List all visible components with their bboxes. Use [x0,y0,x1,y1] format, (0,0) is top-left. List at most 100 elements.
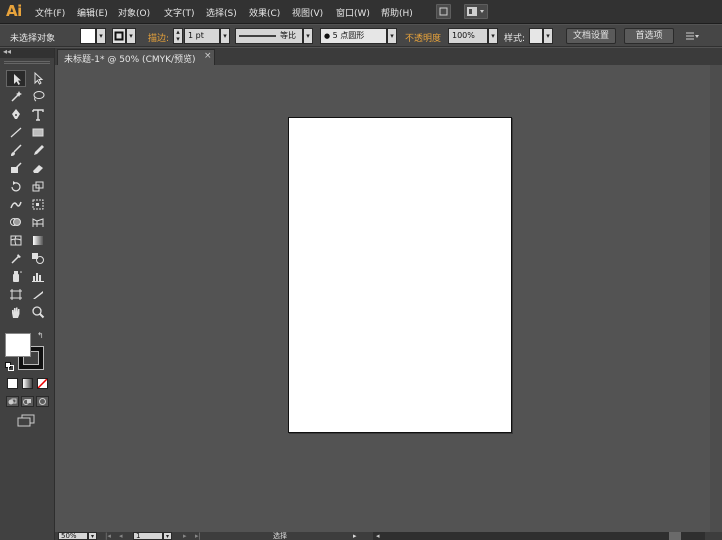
menu-select[interactable]: 选择(S) [206,6,237,19]
direct-selection-tool-icon[interactable] [28,70,48,87]
document-tab-bar: 未标题-1* @ 50% (CMYK/预览) × [55,48,722,65]
zoom-tool-icon[interactable] [28,304,48,321]
collapse-panel-icon[interactable]: ◂◂ [3,47,11,56]
first-page-icon[interactable]: |◂ [105,532,111,540]
fill-color-box[interactable] [5,333,31,357]
blob-brush-tool-icon[interactable] [6,160,26,177]
app-logo: Ai [6,2,22,20]
stroke-label[interactable]: 描边: [148,31,169,44]
stroke-weight-dropdown-icon[interactable]: ▾ [220,28,230,44]
zoom-dropdown-icon[interactable]: ▾ [88,532,97,540]
menu-file[interactable]: 文件(F) [35,6,65,19]
draw-normal-icon[interactable] [6,396,19,407]
menu-edit[interactable]: 编辑(E) [77,6,108,19]
panel-menu-icon[interactable] [683,28,701,44]
document-tab[interactable]: 未标题-1* @ 50% (CMYK/预览) × [57,49,215,65]
tools-panel: ◂◂ ↰ [0,47,55,540]
pencil-tool-icon[interactable] [28,142,48,159]
perspective-grid-tool-icon[interactable] [28,214,48,231]
artboard-tool-icon[interactable] [6,286,26,303]
eraser-tool-icon[interactable] [28,160,48,177]
style-dropdown-icon[interactable]: ▾ [543,28,553,44]
type-tool-icon[interactable] [28,106,48,123]
brush-label: 5 点圆形 [332,31,365,40]
lasso-tool-icon[interactable] [28,88,48,105]
gradient-mode-icon[interactable] [22,378,33,389]
arrange-documents-icon[interactable] [464,4,488,19]
document-setup-button[interactable]: 文档设置 [566,28,616,44]
mesh-tool-icon[interactable] [6,232,26,249]
profile-dropdown-icon[interactable]: ▾ [303,28,313,44]
previous-page-icon[interactable]: ◂ [119,532,123,540]
scroll-left-icon[interactable]: ◂ [376,532,380,540]
variable-width-profile[interactable]: 等比 [235,28,303,44]
bridge-icon[interactable] [436,4,451,19]
brush-definition[interactable]: ● 5 点圆形 [320,28,387,44]
line-segment-tool-icon[interactable] [6,124,26,141]
hand-tool-icon[interactable] [6,304,26,321]
selection-status: 未选择对象 [10,34,56,44]
warp-tool-icon[interactable] [6,196,26,213]
last-page-icon[interactable]: ▸| [195,532,201,540]
stroke-color-swatch[interactable] [112,28,126,44]
pen-tool-icon[interactable] [6,106,26,123]
opacity-dropdown-icon[interactable]: ▾ [488,28,498,44]
column-graph-tool-icon[interactable] [28,268,48,285]
horizontal-scrollbar[interactable]: ◂ [373,532,705,540]
status-text: 选择 [273,532,287,540]
stroke-stepper-icon[interactable]: ▴ ▾ [173,28,183,44]
shape-builder-tool-icon[interactable] [6,214,26,231]
style-label: 样式: [504,34,526,44]
page-field[interactable]: 1 [133,532,163,540]
status-bar: 50% ▾ |◂ ◂ 1 ▾ ▸ ▸| 选择 ▸ ◂ [55,532,722,540]
magic-wand-tool-icon[interactable] [6,88,26,105]
artboard[interactable] [288,117,512,433]
swap-fill-stroke-icon[interactable]: ↰ [37,331,44,340]
next-page-icon[interactable]: ▸ [183,532,187,540]
opacity-field[interactable]: 100% [448,28,488,44]
menu-object[interactable]: 对象(O) [118,6,150,19]
status-menu-icon[interactable]: ▸ [353,532,357,540]
opacity-label[interactable]: 不透明度 [405,31,441,44]
none-mode-icon[interactable] [37,378,48,389]
page-dropdown-icon[interactable]: ▾ [163,532,172,540]
panel-grip[interactable] [4,61,50,64]
blend-tool-icon[interactable] [28,250,48,267]
menu-bar: Ai 文件(F) 编辑(E) 对象(O) 文字(T) 选择(S) 效果(C) 视… [0,0,722,24]
slice-tool-icon[interactable] [28,286,48,303]
horizontal-scroll-thumb[interactable] [669,532,681,540]
brush-dropdown-icon[interactable]: ▾ [387,28,397,44]
free-transform-tool-icon[interactable] [28,196,48,213]
draw-behind-icon[interactable] [21,396,34,407]
gradient-tool-icon[interactable] [28,232,48,249]
color-mode-icon[interactable] [7,378,18,389]
control-bar: 未选择对象 ▾ ▾ 描边: ▴ ▾ 1 pt ▾ 等比 ▾ ● 5 点圆形 ▾ 不… [0,25,722,47]
fill-color-swatch[interactable] [80,28,96,44]
zoom-field[interactable]: 50% [58,532,88,540]
profile-label: 等比 [280,31,296,40]
screen-mode-icon[interactable] [16,414,36,428]
rotate-tool-icon[interactable] [6,178,26,195]
menu-help[interactable]: 帮助(H) [381,6,413,19]
menu-view[interactable]: 视图(V) [292,6,323,19]
vertical-scrollbar[interactable] [710,65,722,532]
graphic-style-swatch[interactable] [529,28,543,44]
eyedropper-tool-icon[interactable] [6,250,26,267]
stroke-weight-field[interactable]: 1 pt [184,28,220,44]
close-tab-icon[interactable]: × [204,51,212,61]
symbol-sprayer-tool-icon[interactable] [6,268,26,285]
stroke-dropdown-icon[interactable]: ▾ [126,28,136,44]
menu-window[interactable]: 窗口(W) [336,6,370,19]
default-fill-stroke-icon[interactable] [5,362,14,371]
preferences-button[interactable]: 首选项 [624,28,674,44]
document-tab-title: 未标题-1* @ 50% (CMYK/预览) [64,55,196,65]
rectangle-tool-icon[interactable] [28,124,48,141]
selection-tool-icon[interactable] [6,70,26,87]
menu-type[interactable]: 文字(T) [164,6,195,19]
scale-tool-icon[interactable] [28,178,48,195]
brush-dot-icon: ● [324,32,331,40]
draw-inside-icon[interactable] [36,396,49,407]
fill-dropdown-icon[interactable]: ▾ [96,28,106,44]
menu-effect[interactable]: 效果(C) [249,6,280,19]
paintbrush-tool-icon[interactable] [6,142,26,159]
